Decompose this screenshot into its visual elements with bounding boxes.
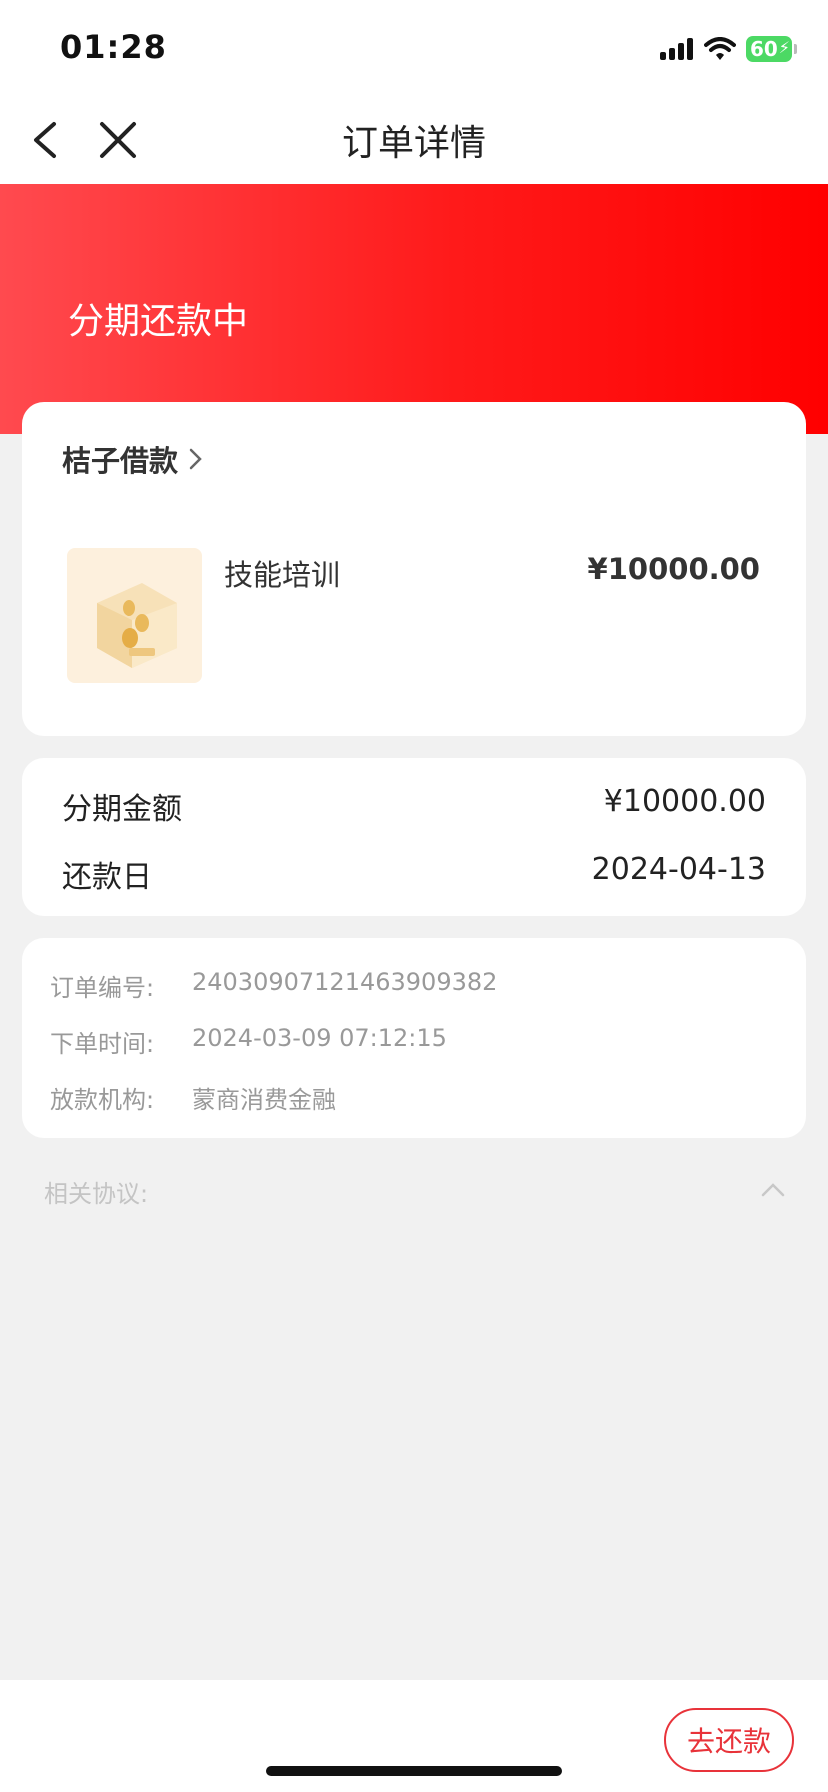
order-card: 桔子借款 技能培训 ¥10000.00 [22,402,806,736]
chevron-right-icon [189,448,202,470]
installment-amount-row: 分期金额 ¥10000.00 [62,784,766,828]
product-price: ¥10000.00 [587,552,760,586]
lending-institution-label: 放款机构: [50,1086,155,1114]
due-date-row: 还款日 2024-04-13 [62,852,766,896]
due-date-value: 2024-04-13 [591,852,766,887]
status-icons: 60 ⚡ [660,34,797,64]
battery-icon: 60 ⚡ [746,36,797,62]
lender-link[interactable]: 桔子借款 [62,438,204,480]
agreements-label[interactable]: 相关协议: [44,1174,148,1209]
status-time: 01:28 [60,28,167,66]
order-time-row: 下单时间: 2024-03-09 07:12:15 [50,1024,447,1059]
due-date-label: 还款日 [62,860,152,895]
chevron-up-icon[interactable] [760,1180,786,1198]
repay-button[interactable]: 去还款 [664,1708,794,1772]
home-indicator [266,1766,562,1776]
signal-icon [660,38,693,60]
product-thumbnail [67,548,202,683]
lender-name: 桔子借款 [62,444,179,478]
repayment-status: 分期还款中 [68,301,249,342]
lending-institution-row: 放款机构: 蒙商消费金融 [50,1080,336,1115]
status-banner: 分期还款中 [0,184,828,434]
product-name: 技能培训 [224,558,341,592]
order-time-label: 下单时间: [50,1030,155,1058]
installment-card: 分期金额 ¥10000.00 还款日 2024-04-13 [22,758,806,916]
order-number-label: 订单编号: [50,974,155,1002]
page-title: 订单详情 [341,123,486,164]
order-time-value: 2024-03-09 07:12:15 [192,1024,447,1052]
nav-bar: 订单详情 [0,96,828,184]
wifi-icon [704,37,736,60]
order-info-card: 订单编号: 24030907121463909382 下单时间: 2024-03… [22,938,806,1138]
battery-tip [794,44,797,54]
lending-institution-value: 蒙商消费金融 [192,1086,336,1114]
order-number-row: 订单编号: 24030907121463909382 [50,968,497,1003]
order-number-value: 24030907121463909382 [192,968,498,996]
status-bar: 01:28 60 ⚡ [0,0,828,96]
battery-level: 60 [750,37,778,61]
installment-amount-label: 分期金额 [62,792,182,827]
charging-bolt-icon: ⚡ [778,38,790,57]
installment-amount-value: ¥10000.00 [603,784,766,819]
